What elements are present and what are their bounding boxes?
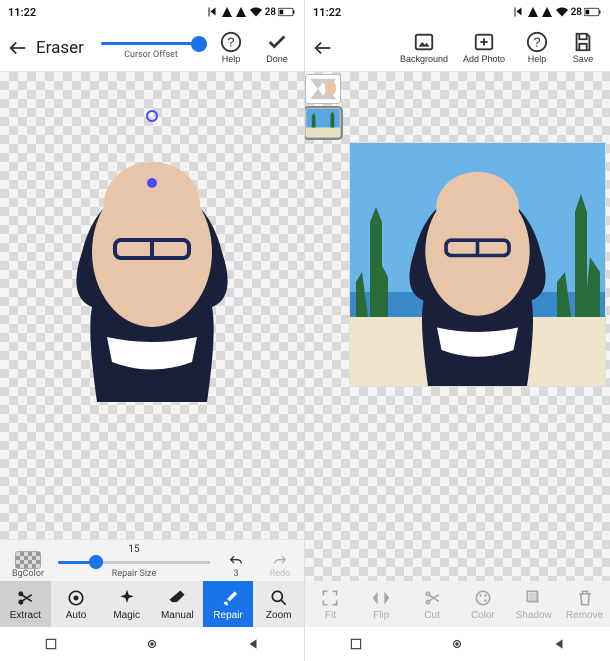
flip-icon (371, 588, 391, 608)
svg-text:?: ? (227, 35, 234, 50)
tab-auto[interactable]: Auto (51, 581, 102, 627)
nav-recents[interactable] (347, 635, 365, 653)
right-screen: 11:22 28 Background Add Photo (305, 0, 610, 661)
android-nav-bar (0, 627, 304, 661)
bgcolor-button[interactable]: BgColor (6, 551, 50, 579)
android-nav-bar (305, 627, 610, 661)
repair-size-value: 15 (128, 544, 139, 555)
status-icons: 28 (513, 6, 602, 18)
back-arrow-icon[interactable] (6, 37, 30, 59)
fit-icon (320, 588, 340, 608)
background-button[interactable]: Background (396, 31, 452, 64)
tab-manual[interactable]: Manual (152, 581, 203, 627)
tab-fit[interactable]: Fit (305, 581, 356, 627)
nav-home[interactable] (448, 635, 466, 653)
scissors-icon (422, 588, 442, 608)
brush-icon (218, 588, 238, 608)
tab-zoom[interactable]: Zoom (253, 581, 304, 627)
status-icons: 28 (207, 6, 296, 18)
tab-repair[interactable]: Repair (203, 581, 254, 627)
check-icon (266, 31, 288, 53)
redo-button[interactable]: Redo (262, 553, 298, 579)
battery-text: 28 (571, 7, 582, 18)
battery-text: 28 (265, 7, 276, 18)
tab-color[interactable]: Color (457, 581, 508, 627)
add-photo-button[interactable]: Add Photo (456, 31, 512, 64)
nav-back[interactable] (244, 635, 262, 653)
repair-size-slider[interactable]: 15 Repair Size (58, 544, 210, 579)
save-button[interactable]: Save (562, 31, 604, 64)
top-toolbar: Background Add Photo ? Help Save (305, 24, 610, 72)
tab-cut[interactable]: Cut (407, 581, 458, 627)
cursor-dot (147, 178, 157, 188)
help-icon: ? (220, 31, 242, 53)
wand-icon (117, 588, 137, 608)
layer-thumb-background[interactable] (305, 108, 341, 138)
left-screen: 11:22 28 Eraser Cursor Offset ? (0, 0, 305, 661)
target-icon (66, 588, 86, 608)
top-toolbar: Eraser Cursor Offset ? Help Done (0, 24, 304, 72)
page-title: Eraser (36, 38, 84, 58)
bottom-tabs: Fit Flip Cut Color Shadow Remove (305, 581, 610, 627)
undo-icon (227, 553, 245, 569)
save-icon (572, 31, 594, 53)
status-time: 11:22 (8, 6, 36, 19)
layers-strip (305, 72, 345, 581)
redo-icon (271, 553, 289, 569)
bgcolor-swatch-icon (15, 551, 41, 569)
help-icon: ? (526, 31, 548, 53)
svg-text:?: ? (533, 35, 540, 50)
tab-magic[interactable]: Magic (101, 581, 152, 627)
status-bar: 11:22 28 (305, 0, 610, 24)
canvas[interactable] (305, 72, 610, 581)
color-icon (473, 588, 493, 608)
undo-button[interactable]: 3 (218, 553, 254, 579)
nav-back[interactable] (550, 635, 568, 653)
status-time: 11:22 (313, 6, 341, 19)
tab-remove[interactable]: Remove (559, 581, 610, 627)
add-image-icon (473, 31, 495, 53)
trash-icon (575, 588, 595, 608)
help-button[interactable]: ? Help (516, 31, 558, 64)
cursor-offset-slider[interactable]: Cursor Offset (96, 36, 206, 60)
cursor-offset-ring (146, 110, 158, 122)
status-bar: 11:22 28 (0, 0, 304, 24)
tab-shadow[interactable]: Shadow (508, 581, 559, 627)
bottom-tabs: Extract Auto Magic Manual Repair Zoom (0, 581, 304, 627)
layer-thumb-subject[interactable] (305, 74, 341, 104)
done-button[interactable]: Done (256, 31, 298, 64)
subject-cutout (27, 132, 277, 412)
nav-recents[interactable] (42, 635, 60, 653)
back-arrow-icon[interactable] (311, 37, 335, 59)
repair-panel: BgColor 15 Repair Size 3 Redo (0, 539, 304, 581)
canvas[interactable] (0, 72, 304, 539)
eraser-icon (167, 588, 187, 608)
shadow-icon (524, 588, 544, 608)
help-button[interactable]: ? Help (210, 31, 252, 64)
composite-result (349, 142, 606, 387)
tab-flip[interactable]: Flip (356, 581, 407, 627)
scissors-icon (15, 588, 35, 608)
zoom-icon (269, 588, 289, 608)
tab-extract[interactable]: Extract (0, 581, 51, 627)
image-icon (413, 31, 435, 53)
nav-home[interactable] (143, 635, 161, 653)
